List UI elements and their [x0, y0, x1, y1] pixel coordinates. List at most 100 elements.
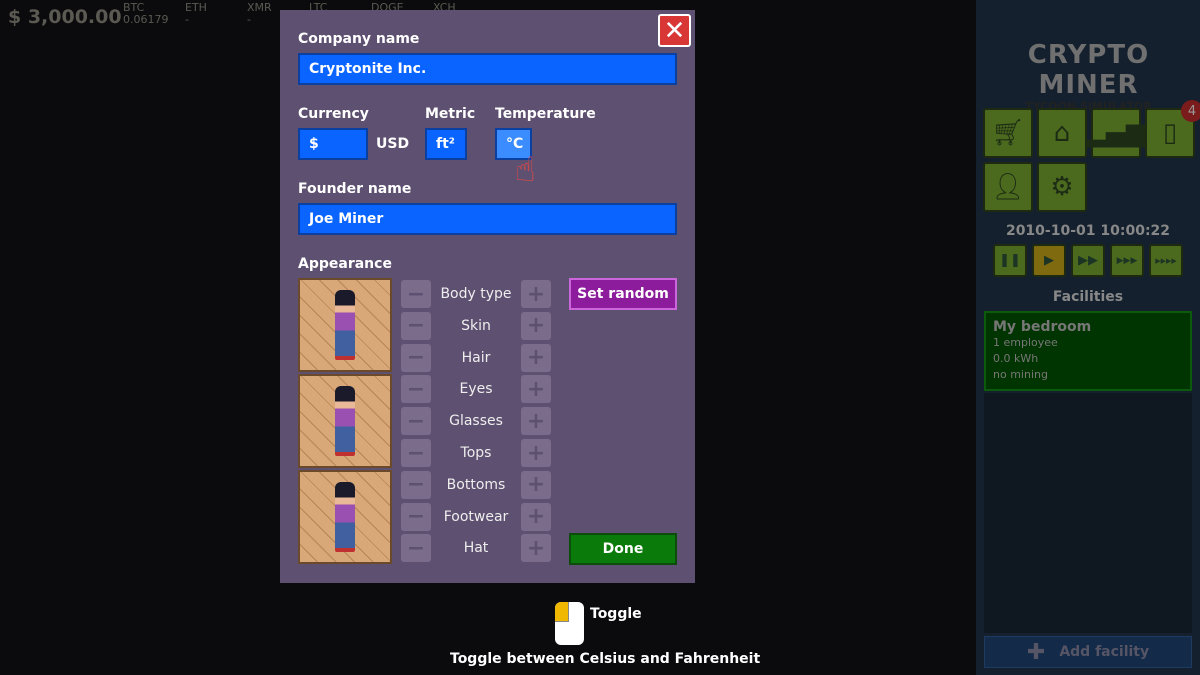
close-button[interactable]: ✕ [658, 14, 691, 47]
increase-button[interactable]: + [521, 470, 551, 499]
mouse-left-click-icon [555, 602, 584, 645]
founder-name-label: Founder name [298, 181, 412, 197]
attribute-label: Hat [463, 540, 489, 557]
sidebar: CRYPTO MINER TYCOON SIMULATOR 🛒︎ ⌂ ▂▄▆ ▯… [976, 0, 1200, 675]
plus-icon: ✚ [1026, 639, 1046, 665]
game-logo: CRYPTO MINER TYCOON SIMULATOR [991, 12, 1186, 113]
plus-icon: + [526, 376, 546, 402]
decrease-button[interactable]: − [401, 502, 431, 531]
currency-input[interactable]: $ [298, 128, 368, 160]
cart-icon: 🛒︎ [991, 118, 1025, 148]
play-icon: ▶ [1044, 253, 1054, 268]
increase-button[interactable]: + [520, 343, 551, 372]
fastest-icon: ▶▶▶▶ [1155, 256, 1177, 265]
increase-button[interactable]: + [520, 375, 551, 404]
company-name-label: Company name [298, 31, 420, 47]
decrease-button[interactable]: − [401, 311, 431, 340]
company-name-input[interactable]: Cryptonite Inc. [298, 53, 677, 85]
appearance-row: − Glasses + [401, 407, 551, 436]
attribute-label: Glasses [449, 413, 503, 430]
appearance-row: − Skin + [401, 311, 551, 340]
minus-icon: − [406, 376, 426, 402]
fast-button[interactable]: ▶▶ [1071, 244, 1105, 277]
appearance-row: − Bottoms + [401, 470, 551, 499]
minus-icon: − [406, 504, 426, 530]
facility-list [984, 393, 1192, 633]
attribute-label: Hair [461, 349, 491, 366]
appearance-row: − Footwear + [401, 502, 551, 531]
decrease-button[interactable]: − [401, 534, 431, 563]
gear-icon: ⚙ [1050, 172, 1074, 202]
appearance-row: − Hair + [401, 343, 551, 372]
profile-button[interactable]: 👤︎ [983, 162, 1033, 212]
metric-label: Metric [425, 106, 476, 122]
appearance-row: − Eyes + [401, 375, 551, 404]
settings-button[interactable]: ⚙ [1037, 162, 1087, 212]
minus-icon: − [406, 472, 426, 498]
facility-card[interactable]: My bedroom 1 employee 0.0 kWh no mining [984, 311, 1192, 391]
minus-icon: − [406, 408, 426, 434]
facility-employees: 1 employee [993, 336, 1058, 349]
increase-button[interactable]: + [520, 311, 551, 340]
add-facility-label: Add facility [1059, 644, 1150, 660]
coin-balance: 0.06179 [123, 13, 169, 26]
minus-icon: − [406, 440, 426, 466]
increase-button[interactable]: + [520, 534, 551, 563]
avatar-back [298, 470, 392, 564]
coin-btc: BTC 0.06179 [123, 2, 185, 28]
fast-forward-icon: ▶▶ [1078, 253, 1098, 268]
close-icon: ✕ [663, 15, 686, 46]
set-random-button[interactable]: Set random [569, 278, 677, 310]
facility-mining: no mining [993, 368, 1048, 381]
increase-button[interactable]: + [520, 280, 551, 308]
company-settings-dialog: ✕ Company name Cryptonite Inc. Currency … [280, 10, 695, 583]
facilities-button[interactable]: ⌂ [1037, 108, 1087, 158]
increase-button[interactable]: + [521, 407, 551, 436]
decrease-button[interactable]: − [401, 470, 431, 499]
hint-action: Toggle [590, 606, 642, 622]
metric-toggle[interactable]: ft² [425, 128, 467, 160]
decrease-button[interactable]: − [401, 407, 431, 436]
facility-name: My bedroom [993, 319, 1092, 335]
appearance-label: Appearance [298, 256, 392, 272]
plus-icon: + [526, 345, 546, 371]
pointer-hand-icon: ☝ [515, 150, 536, 190]
pause-button[interactable]: ❚❚ [993, 244, 1027, 277]
coin-symbol: ETH [185, 1, 207, 14]
facilities-title: Facilities [1052, 289, 1124, 305]
currency-code: USD [376, 136, 410, 152]
pause-icon: ❚❚ [999, 253, 1021, 268]
phone-button[interactable]: ▯ 4 [1145, 100, 1200, 158]
decrease-button[interactable]: − [401, 439, 431, 467]
add-facility-button[interactable]: ✚ Add facility [984, 636, 1192, 668]
attribute-label: Eyes [459, 381, 493, 398]
shop-button[interactable]: 🛒︎ [983, 108, 1033, 158]
temperature-label: Temperature [495, 106, 596, 122]
market-button[interactable]: ▂▄▆ [1086, 108, 1146, 158]
minus-icon: − [406, 281, 426, 307]
minus-icon: − [406, 345, 426, 371]
attribute-label: Footwear [443, 508, 509, 525]
person-icon: 👤︎ [991, 172, 1025, 202]
play-button[interactable]: ▶ [1032, 244, 1066, 277]
currency-label: Currency [298, 106, 369, 122]
notification-badge: 4 [1181, 100, 1200, 122]
plus-icon: + [526, 281, 546, 307]
decrease-button[interactable]: − [401, 375, 431, 404]
coin-eth: ETH - [185, 2, 247, 28]
money-balance: $ 3,000.00 [8, 6, 122, 28]
faster-button[interactable]: ▶▶▶ [1110, 244, 1144, 277]
decrease-button[interactable]: − [401, 343, 431, 372]
garage-icon: ⌂ [1053, 118, 1071, 148]
founder-name-input[interactable]: Joe Miner [298, 203, 677, 235]
fastest-button[interactable]: ▶▶▶▶ [1149, 244, 1183, 277]
attribute-label: Skin [461, 317, 491, 334]
increase-button[interactable]: + [520, 502, 551, 531]
attribute-label: Body type [440, 286, 512, 302]
facility-power: 0.0 kWh [993, 352, 1039, 365]
appearance-row: − Tops + [401, 439, 551, 467]
increase-button[interactable]: + [520, 439, 551, 467]
appearance-row: − Hat + [401, 534, 551, 563]
decrease-button[interactable]: − [401, 280, 431, 308]
done-button[interactable]: Done [569, 533, 677, 565]
